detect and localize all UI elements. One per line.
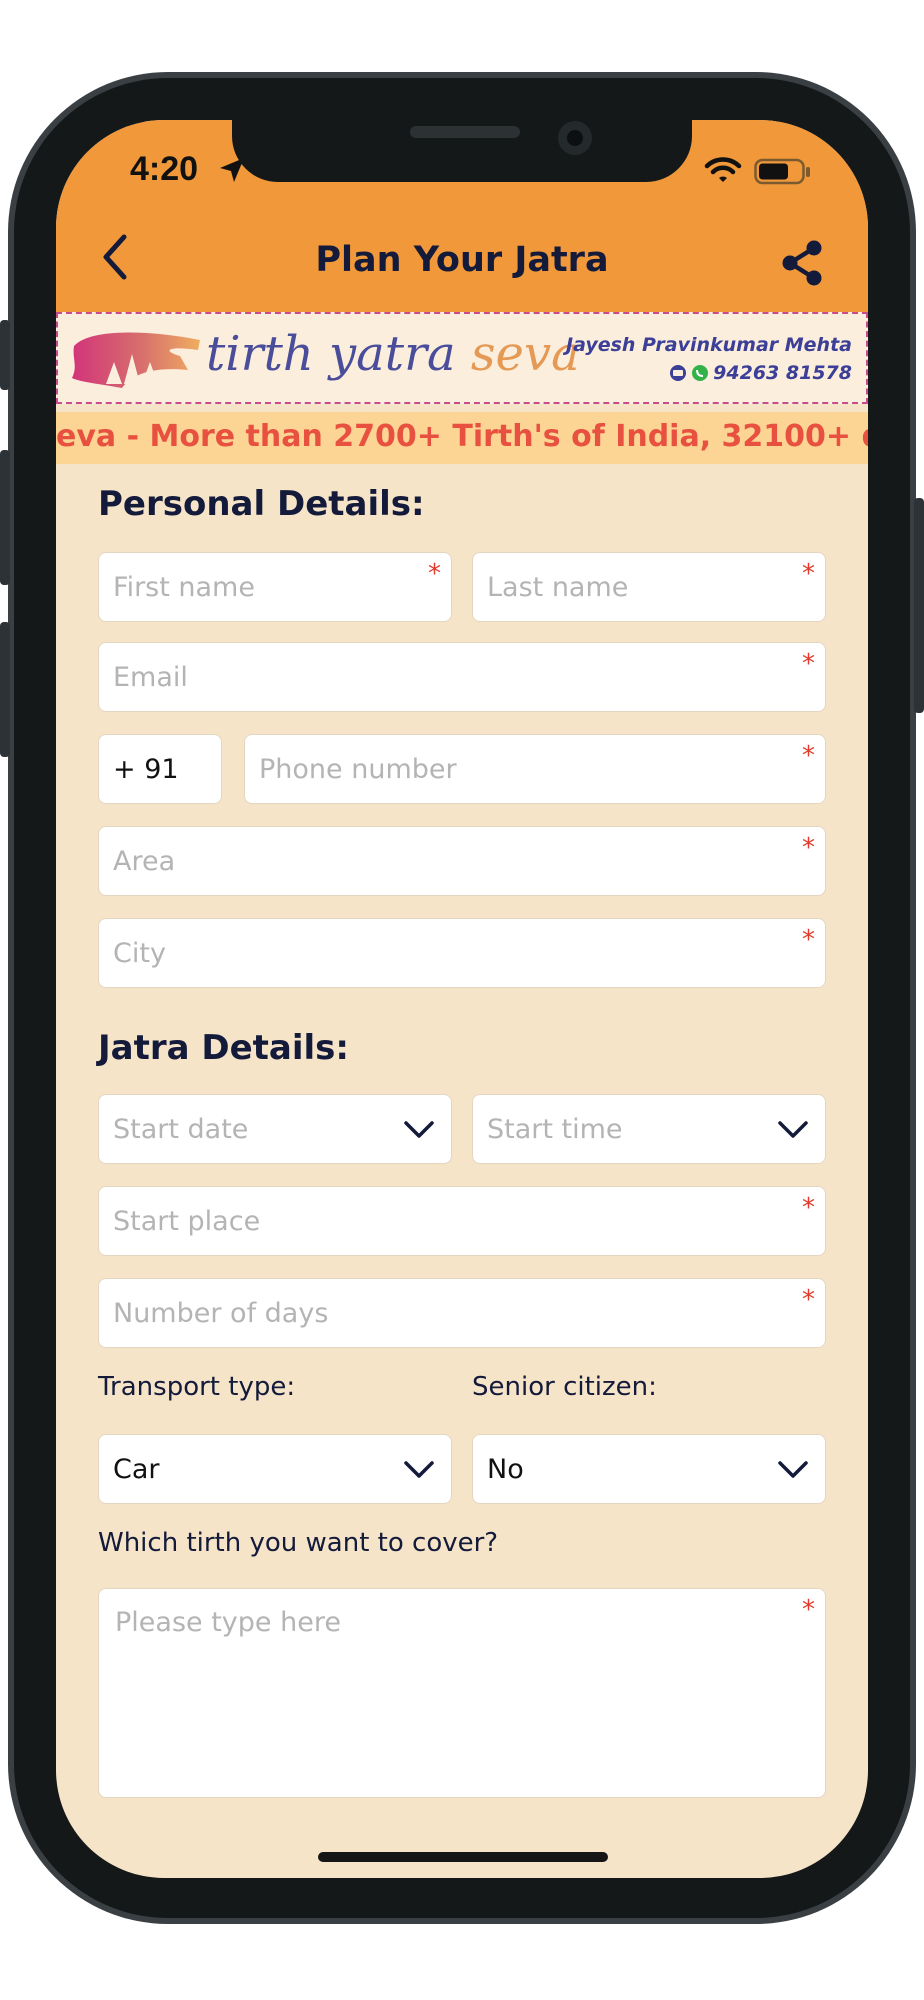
start-time-dropdown[interactable]: Start time <box>472 1094 826 1164</box>
contact-phone-row: 94263 81578 <box>669 362 852 384</box>
required-mark: * <box>428 559 441 589</box>
required-mark: * <box>802 559 815 589</box>
required-mark: * <box>802 925 815 955</box>
marquee-text: eva - More than 2700+ Tirth's of India, … <box>56 419 868 454</box>
number-of-days-input[interactable] <box>99 1279 825 1347</box>
chevron-down-icon <box>778 1461 808 1478</box>
area-field[interactable]: * <box>98 826 826 896</box>
brand-banner[interactable]: tirth yatra seva Jayesh Pravinkumar Meht… <box>56 312 868 404</box>
last-name-field[interactable]: * <box>472 552 826 622</box>
status-time: 4:20 <box>130 150 199 188</box>
senior-citizen-dropdown[interactable]: No <box>472 1434 826 1504</box>
side-button-silent <box>0 320 10 390</box>
side-button-volume-up <box>0 450 10 585</box>
transport-type-value: Car <box>113 1454 160 1485</box>
start-place-input[interactable] <box>99 1187 825 1255</box>
jatra-details-title: Jatra Details: <box>98 1028 350 1068</box>
whatsapp-icon <box>692 365 709 381</box>
number-of-days-field[interactable]: * <box>98 1278 826 1348</box>
start-time-placeholder: Start time <box>487 1114 623 1145</box>
brand-name-part1: tirth yatra <box>206 326 456 382</box>
first-name-field[interactable]: * <box>98 552 452 622</box>
required-mark: * <box>802 833 815 863</box>
first-name-input[interactable] <box>99 553 451 621</box>
chevron-down-icon <box>778 1121 808 1138</box>
contact-phone: 94263 81578 <box>713 362 852 384</box>
senior-citizen-label: Senior citizen: <box>472 1372 657 1402</box>
tirth-question-label: Which tirth you want to cover? <box>98 1528 499 1558</box>
tirth-textarea-field[interactable]: * <box>98 1588 826 1798</box>
required-mark: * <box>802 1193 815 1223</box>
chevron-down-icon <box>404 1461 434 1478</box>
brand-name-part2: seva <box>470 326 580 382</box>
brand-name: tirth yatra seva <box>206 326 580 382</box>
side-button-power <box>914 498 924 713</box>
home-indicator[interactable] <box>318 1852 608 1862</box>
transport-type-dropdown[interactable]: Car <box>98 1434 452 1504</box>
city-field[interactable]: * <box>98 918 826 988</box>
app-screen: 4:20 Plan Your Jatra tirth yatra seva Ja… <box>56 120 868 1878</box>
device-notch <box>232 120 692 182</box>
country-code-field[interactable]: + 91 <box>98 734 222 804</box>
contact-name: Jayesh Pravinkumar Mehta <box>566 334 852 356</box>
start-date-dropdown[interactable]: Start date <box>98 1094 452 1164</box>
required-mark: * <box>802 1285 815 1315</box>
temple-logo-icon <box>72 332 200 388</box>
wifi-icon <box>704 157 742 182</box>
last-name-input[interactable] <box>473 553 825 621</box>
front-camera <box>558 121 592 155</box>
tirth-textarea[interactable] <box>99 1589 825 1797</box>
required-mark: * <box>802 649 815 679</box>
personal-details-title: Personal Details: <box>98 484 425 524</box>
chevron-down-icon <box>404 1121 434 1138</box>
share-icon[interactable] <box>778 238 828 288</box>
phone-input[interactable] <box>245 735 825 803</box>
email-input[interactable] <box>99 643 825 711</box>
globe-icon <box>670 365 687 381</box>
page-title: Plan Your Jatra <box>315 240 609 280</box>
speaker-grille <box>410 126 520 138</box>
phone-field[interactable]: * <box>244 734 826 804</box>
side-button-volume-down <box>0 622 10 757</box>
senior-citizen-value: No <box>487 1454 524 1485</box>
area-input[interactable] <box>99 827 825 895</box>
start-date-placeholder: Start date <box>113 1114 249 1145</box>
start-place-field[interactable]: * <box>98 1186 826 1256</box>
required-mark: * <box>802 741 815 771</box>
marquee-ticker: eva - More than 2700+ Tirth's of India, … <box>56 412 868 464</box>
transport-type-label: Transport type: <box>98 1372 296 1402</box>
city-input[interactable] <box>99 919 825 987</box>
battery-icon <box>754 158 810 185</box>
country-code-value: + 91 <box>113 754 179 785</box>
email-field[interactable]: * <box>98 642 826 712</box>
required-mark: * <box>802 1595 815 1625</box>
